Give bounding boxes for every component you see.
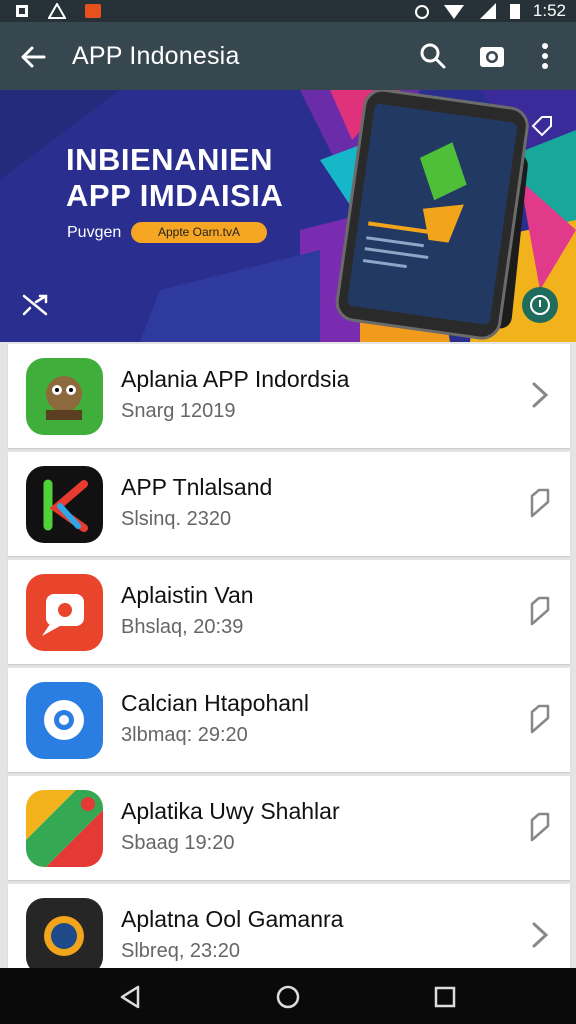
app-date: 3lbmaq: 29:20 xyxy=(121,724,248,746)
camera-icon[interactable] xyxy=(475,39,509,73)
list-item[interactable]: APP Tnlalsand Slsinq. 2320 xyxy=(8,452,570,556)
bookmark-icon[interactable] xyxy=(526,594,552,628)
banner-artwork xyxy=(0,90,576,342)
app-date: Slsinq. 2320 xyxy=(121,508,232,530)
banner-pill-button[interactable]: Appte Oarn.tvA xyxy=(131,222,267,243)
banner-sub-label: Puvgen xyxy=(67,224,122,241)
app-icon-owl xyxy=(26,358,103,435)
notification-icon xyxy=(16,5,28,17)
app-name: Aplatna Ool Gamanra xyxy=(121,906,344,932)
page-title: APP Indonesia xyxy=(72,42,240,70)
app-date: Slbreq, 23:20 xyxy=(121,940,240,962)
app-name: Aplania APP Indordsia xyxy=(121,366,350,392)
list-item[interactable]: Aplaistin Van Bhslaq, 20:39 xyxy=(8,560,570,664)
bookmark-icon[interactable] xyxy=(526,702,552,736)
app-bar: APP Indonesia xyxy=(0,22,576,90)
list-item[interactable]: Calcian Htapohanl 3lbmaq: 29:20 xyxy=(8,668,570,772)
promo-banner[interactable]: INBIENANIEN APP IMDAISIA Puvgen Appte Oa… xyxy=(0,90,576,342)
status-time: 1:52 xyxy=(532,1,566,20)
app-date: Sbaag 19:20 xyxy=(121,832,235,854)
list-item[interactable]: Aplania APP Indordsia Snarg 12019 xyxy=(8,344,570,448)
app-icon-gear xyxy=(26,682,103,759)
bookmark-icon[interactable] xyxy=(526,810,552,844)
tag-icon[interactable] xyxy=(530,114,554,138)
system-nav-bar xyxy=(0,968,576,1024)
battery-icon xyxy=(509,4,520,19)
nav-recents-icon[interactable] xyxy=(432,984,458,1010)
app-icon-camera xyxy=(26,898,103,975)
warning-icon xyxy=(48,3,66,19)
status-bar: 1:52 xyxy=(0,0,576,22)
app-date: Bhslaq, 20:39 xyxy=(121,616,244,638)
bookmark-icon[interactable] xyxy=(526,486,552,520)
signal-icon xyxy=(479,3,496,19)
app-name: Calcian Htapohanl xyxy=(121,690,309,716)
nav-home-icon[interactable] xyxy=(275,984,301,1010)
chevron-right-icon[interactable] xyxy=(526,918,552,952)
wifi-icon xyxy=(443,5,464,19)
more-vert-icon[interactable] xyxy=(528,39,562,73)
banner-headline-line2: APP IMDAISIA xyxy=(66,178,284,213)
info-icon[interactable] xyxy=(522,287,558,323)
app-name: APP Tnlalsand xyxy=(121,474,273,500)
app-icon-k xyxy=(26,466,103,543)
app-date: Snarg 12019 xyxy=(121,400,236,422)
list-item[interactable]: Aplatika Uwy Shahlar Sbaag 19:20 xyxy=(8,776,570,880)
app-icon-maps xyxy=(26,790,103,867)
banner-headline: INBIENANIEN APP IMDAISIA xyxy=(66,142,283,214)
alarm-icon xyxy=(414,5,429,19)
search-icon[interactable] xyxy=(416,39,450,73)
app-name: Aplaistin Van xyxy=(121,582,254,608)
chevron-right-icon[interactable] xyxy=(526,378,552,412)
app-notification-icon xyxy=(85,4,101,18)
nav-back-icon[interactable] xyxy=(118,984,144,1010)
app-icon-chat xyxy=(26,574,103,651)
shuffle-icon[interactable] xyxy=(20,290,50,320)
back-arrow-icon[interactable] xyxy=(16,40,50,74)
app-name: Aplatika Uwy Shahlar xyxy=(121,798,340,824)
app-list: Aplania APP Indordsia Snarg 12019 APP Tn… xyxy=(8,344,570,992)
banner-headline-line1: INBIENANIEN xyxy=(66,142,274,177)
